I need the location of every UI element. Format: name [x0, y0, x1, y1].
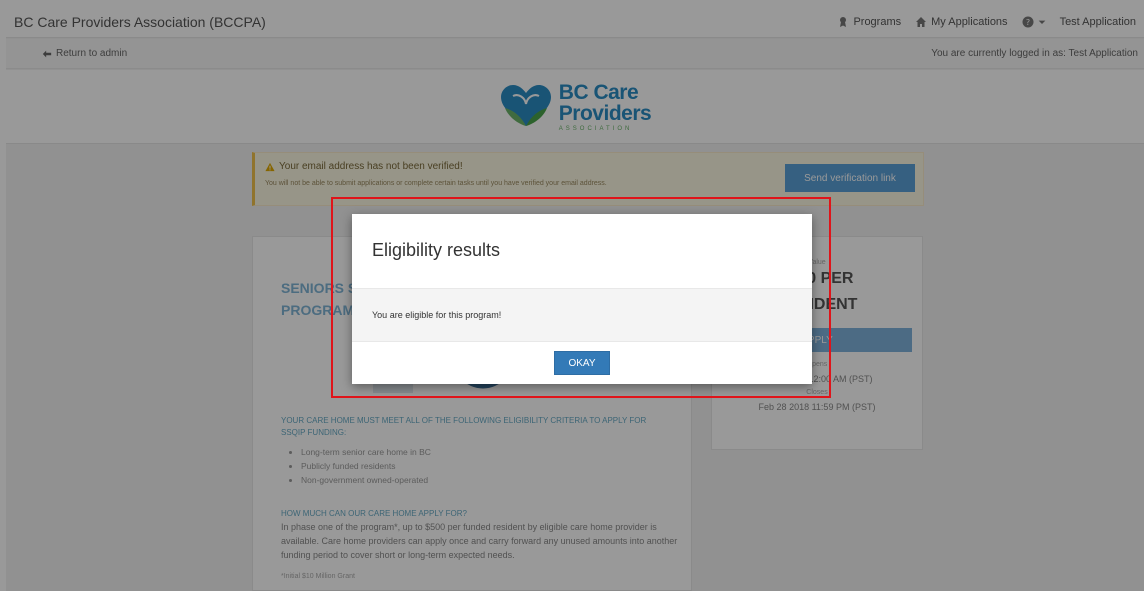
modal-header: Eligibility results [352, 214, 812, 288]
modal-title: Eligibility results [372, 240, 501, 260]
okay-button[interactable]: OKAY [554, 351, 610, 375]
eligibility-modal: Eligibility results You are eligible for… [352, 214, 812, 384]
modal-footer: OKAY [352, 342, 812, 384]
modal-body: You are eligible for this program! [352, 288, 812, 342]
eligibility-message: You are eligible for this program! [372, 310, 502, 320]
